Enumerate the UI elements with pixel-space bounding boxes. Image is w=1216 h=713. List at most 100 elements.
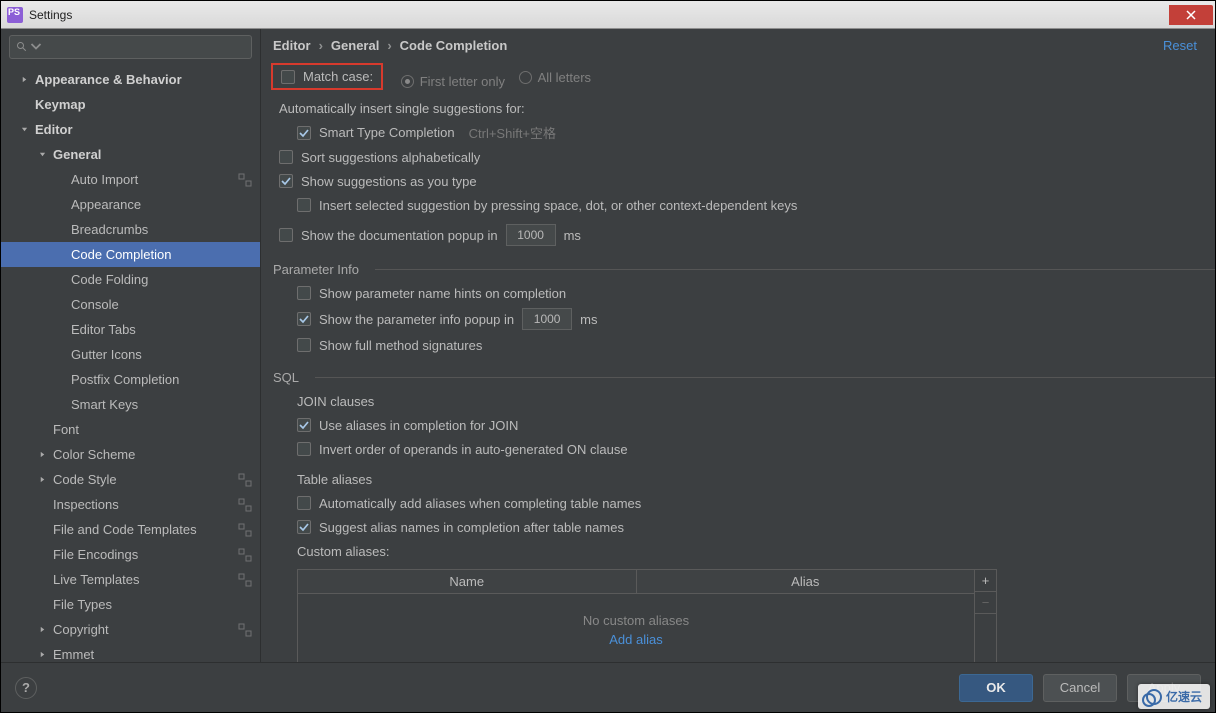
cancel-button[interactable]: Cancel [1043,674,1117,702]
project-scope-icon [238,548,252,562]
sidebar-item-label: Code Completion [71,247,252,262]
use-aliases-checkbox[interactable] [297,418,311,432]
sidebar-item-label: Auto Import [71,172,238,187]
first-letter-radio[interactable] [401,75,414,88]
sidebar-item-emmet[interactable]: Emmet [1,642,260,662]
arrow-spacer [55,400,65,410]
sidebar-item-file-types[interactable]: File Types [1,592,260,617]
auto-add-alias-checkbox[interactable] [297,496,311,510]
remove-alias-button[interactable]: − [975,592,996,614]
show-suggestions-checkbox[interactable] [279,174,293,188]
window-title: Settings [29,8,72,22]
sidebar-item-postfix-completion[interactable]: Postfix Completion [1,367,260,392]
add-alias-link[interactable]: Add alias [609,632,662,647]
auto-insert-title: Automatically insert single suggestions … [267,96,1215,120]
sidebar-item-color-scheme[interactable]: Color Scheme [1,442,260,467]
sidebar-item-appearance[interactable]: Appearance [1,192,260,217]
first-letter-label: First letter only [420,74,505,89]
sidebar-item-file-encodings[interactable]: File Encodings [1,542,260,567]
chevron-down-icon [19,125,29,135]
sidebar-item-breadcrumbs[interactable]: Breadcrumbs [1,217,260,242]
sidebar-item-code-folding[interactable]: Code Folding [1,267,260,292]
custom-aliases-table: Name Alias No custom aliases Add alias [297,569,975,662]
insert-suggestion-checkbox[interactable] [297,198,311,212]
no-aliases-text: No custom aliases [583,613,689,628]
sort-alpha-checkbox[interactable] [279,150,293,164]
arrow-spacer [37,425,47,435]
chevron-right-icon [37,450,47,460]
watermark-icon [1146,689,1162,705]
search-input[interactable] [9,35,252,59]
app-icon [7,7,23,23]
smart-type-label: Smart Type Completion [319,125,455,140]
help-button[interactable]: ? [15,677,37,699]
use-aliases-label: Use aliases in completion for JOIN [319,418,518,433]
sidebar-item-label: Appearance & Behavior [35,72,252,87]
sidebar-item-console[interactable]: Console [1,292,260,317]
sidebar-item-label: General [53,147,252,162]
show-suggestions-label: Show suggestions as you type [301,174,477,189]
arrow-spacer [37,575,47,585]
arrow-spacer [55,250,65,260]
join-clauses-title: JOIN clauses [267,389,1215,413]
sidebar-item-code-style[interactable]: Code Style [1,467,260,492]
custom-aliases-title: Custom aliases: [267,539,1215,563]
ms-label-2: ms [580,312,597,327]
chevron-right-icon [37,650,47,660]
doc-popup-delay-input[interactable]: 1000 [506,224,556,246]
sidebar-item-general[interactable]: General [1,142,260,167]
sql-section: SQL [273,370,299,385]
sidebar-item-label: Gutter Icons [71,347,252,362]
show-doc-popup-checkbox[interactable] [279,228,293,242]
add-alias-button[interactable]: + [975,570,996,592]
show-hints-checkbox[interactable] [297,286,311,300]
ok-button[interactable]: OK [959,674,1033,702]
sidebar-item-label: File Types [53,597,252,612]
sidebar-item-keymap[interactable]: Keymap [1,92,260,117]
sidebar-item-file-and-code-templates[interactable]: File and Code Templates [1,517,260,542]
project-scope-icon [238,623,252,637]
arrow-spacer [55,325,65,335]
parameter-info-section: Parameter Info [273,262,359,277]
reset-link[interactable]: Reset [1163,38,1197,53]
sidebar-item-label: Keymap [35,97,252,112]
arrow-spacer [55,350,65,360]
settings-tree[interactable]: Appearance & Behavior Keymap Editor General… [1,65,260,662]
smart-type-checkbox[interactable] [297,126,311,140]
sidebar-item-editor-tabs[interactable]: Editor Tabs [1,317,260,342]
sidebar-item-label: Breadcrumbs [71,222,252,237]
sidebar-item-appearance-behavior[interactable]: Appearance & Behavior [1,67,260,92]
all-letters-radio[interactable] [519,71,532,84]
alias-col-alias: Alias [637,570,975,593]
show-full-sig-checkbox[interactable] [297,338,311,352]
sidebar-item-smart-keys[interactable]: Smart Keys [1,392,260,417]
sidebar-item-label: Emmet [53,647,252,662]
invert-order-checkbox[interactable] [297,442,311,456]
show-param-popup-label: Show the parameter info popup in [319,312,514,327]
sidebar-item-label: File and Code Templates [53,522,238,537]
sidebar-item-gutter-icons[interactable]: Gutter Icons [1,342,260,367]
chevron-right-icon [37,475,47,485]
sidebar-item-label: Console [71,297,252,312]
suggest-alias-checkbox[interactable] [297,520,311,534]
sidebar-item-inspections[interactable]: Inspections [1,492,260,517]
arrow-spacer [37,500,47,510]
sidebar-item-font[interactable]: Font [1,417,260,442]
close-button[interactable] [1169,5,1213,25]
suggest-alias-label: Suggest alias names in completion after … [319,520,624,535]
project-scope-icon [238,498,252,512]
show-doc-popup-label: Show the documentation popup in [301,228,498,243]
sidebar-item-editor[interactable]: Editor [1,117,260,142]
insert-suggestion-label: Insert selected suggestion by pressing s… [319,198,797,213]
sidebar-item-label: Code Style [53,472,238,487]
show-param-popup-checkbox[interactable] [297,312,311,326]
smart-type-hint: Ctrl+Shift+空格 [469,123,556,142]
sidebar-item-auto-import[interactable]: Auto Import [1,167,260,192]
sidebar-item-code-completion[interactable]: Code Completion [1,242,260,267]
search-icon [16,41,28,53]
chevron-down-icon [37,150,47,160]
param-popup-delay-input[interactable]: 1000 [522,308,572,330]
match-case-checkbox[interactable] [281,70,295,84]
sidebar-item-live-templates[interactable]: Live Templates [1,567,260,592]
sidebar-item-copyright[interactable]: Copyright [1,617,260,642]
